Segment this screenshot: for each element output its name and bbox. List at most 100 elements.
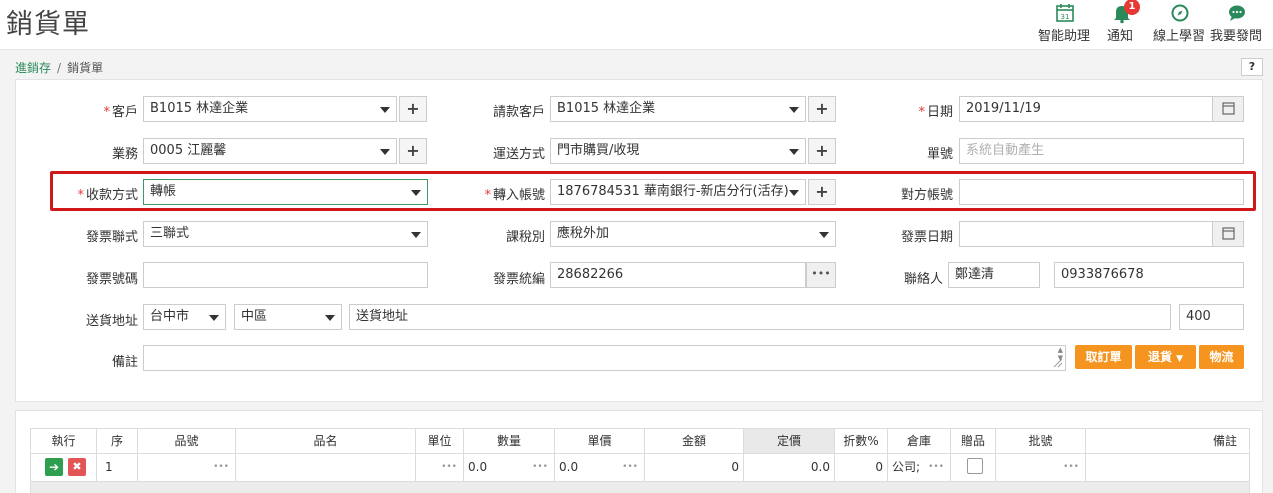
remark-cell[interactable] xyxy=(1086,454,1250,482)
required-mark: * xyxy=(103,105,110,120)
delete-x-icon[interactable]: ✖ xyxy=(68,458,86,476)
ellipsis-icon[interactable]: ••• xyxy=(532,454,548,480)
return-dropdown-button[interactable]: 退貨 ▼ xyxy=(1135,345,1196,369)
street-input[interactable]: 送貨地址 xyxy=(349,304,1171,330)
discount-cell[interactable]: 0 xyxy=(835,454,888,482)
zip-input[interactable]: 400 xyxy=(1179,304,1244,330)
detail-panel: 執行 序 品號 品名 單位 數量 單價 金額 定價 折數% 倉庫 贈品 批號 備… xyxy=(15,410,1263,493)
tax-id-lookup-button[interactable]: ••• xyxy=(806,262,836,288)
breadcrumb-inventory-link[interactable]: 進銷存 xyxy=(15,61,51,75)
col-header[interactable]: 執行 xyxy=(30,428,97,454)
breadcrumb: 進銷存 / 銷貨單 xyxy=(15,59,103,76)
tax-id-label: 發票統編 xyxy=(492,272,545,287)
ellipsis-icon[interactable]: ••• xyxy=(1063,454,1079,480)
calendar-icon xyxy=(1222,102,1235,115)
salesperson-select[interactable]: 0005 江麗馨 xyxy=(143,138,397,164)
doc-no-input[interactable]: 系統自動產生 xyxy=(959,138,1244,164)
breadcrumb-separator: / xyxy=(57,61,62,75)
ellipsis-icon[interactable]: ••• xyxy=(441,454,457,480)
col-header[interactable]: 贈品 xyxy=(951,428,996,454)
tax-type-select[interactable]: 應稅外加 xyxy=(550,221,836,247)
bell-icon: 1 xyxy=(1111,0,1140,24)
add-customer-button[interactable]: + xyxy=(399,96,427,122)
ellipsis-icon[interactable]: ••• xyxy=(213,454,229,480)
tax-id-input[interactable]: 28682266 xyxy=(550,262,806,288)
col-header[interactable]: 定價 xyxy=(744,428,835,454)
chevron-down-icon xyxy=(380,149,390,155)
cancel-order-button[interactable]: 取訂單 xyxy=(1075,345,1132,369)
invoice-date-input[interactable] xyxy=(959,221,1244,247)
amount-cell[interactable]: 0 xyxy=(645,454,744,482)
batch-no-cell[interactable]: ••• xyxy=(996,454,1086,482)
item-no-cell[interactable]: ••• xyxy=(138,454,236,482)
col-header[interactable]: 品名 xyxy=(236,428,416,454)
contact-phone-input[interactable]: 0933876678 xyxy=(1054,262,1244,288)
gift-checkbox[interactable] xyxy=(967,458,983,474)
list-price-cell[interactable]: 0.0 xyxy=(744,454,835,482)
calendar-icon xyxy=(1222,227,1235,240)
tax-type-label: 課稅別 xyxy=(505,230,545,245)
gift-cell xyxy=(951,454,996,482)
invoice-no-input[interactable] xyxy=(143,262,428,288)
arrow-right-icon[interactable]: ➔ xyxy=(45,458,63,476)
doc-no-label: 單號 xyxy=(926,147,953,162)
calendar-icon: 31 xyxy=(1054,2,1076,24)
calendar-picker-button[interactable] xyxy=(1212,97,1243,121)
unit-cell[interactable]: ••• xyxy=(416,454,464,482)
city-select[interactable]: 台中市 xyxy=(143,304,226,330)
chevron-down-icon xyxy=(380,107,390,113)
date-label: * 日期 xyxy=(918,105,953,120)
add-billing-customer-button[interactable]: + xyxy=(808,96,836,122)
col-header[interactable]: 單價 xyxy=(555,428,645,454)
remarks-textarea[interactable]: ▲ ▼ xyxy=(143,345,1066,371)
col-header[interactable]: 備註 xyxy=(1086,428,1250,454)
add-salesperson-button[interactable]: + xyxy=(399,138,427,164)
col-header[interactable]: 金額 xyxy=(645,428,744,454)
seq-cell: 1 xyxy=(97,454,138,482)
chevron-down-icon xyxy=(789,149,799,155)
warehouse-cell[interactable]: 公司; ••• xyxy=(888,454,951,482)
customer-select[interactable]: B1015 林達企業 xyxy=(143,96,397,122)
compass-icon xyxy=(1169,2,1191,24)
invoice-type-select[interactable]: 三聯式 xyxy=(143,221,428,247)
ellipsis-icon[interactable]: ••• xyxy=(928,454,944,480)
logistics-button[interactable]: 物流 xyxy=(1199,345,1244,369)
customer-label: * 客戶 xyxy=(103,105,138,120)
ask-question-button[interactable]: 我要發問 xyxy=(1210,2,1264,44)
calendar-picker-button[interactable] xyxy=(1212,222,1243,246)
delivery-method-select[interactable]: 門市購買/收現 xyxy=(550,138,806,164)
col-header[interactable]: 折數% xyxy=(835,428,888,454)
online-learning-label: 線上學習 xyxy=(1153,29,1206,44)
smart-assistant-button[interactable]: 31 智能助理 xyxy=(1038,2,1092,44)
price-cell[interactable]: 0.0 ••• xyxy=(555,454,645,482)
scroll-arrows-icon[interactable]: ▲ ▼ xyxy=(1058,346,1063,362)
chevron-down-icon xyxy=(325,315,335,321)
district-select[interactable]: 中區 xyxy=(234,304,342,330)
address-label: 送貨地址 xyxy=(85,314,138,329)
notification-button[interactable]: 1 通知 xyxy=(1107,0,1140,44)
ellipsis-icon[interactable]: ••• xyxy=(622,454,638,480)
qty-cell[interactable]: 0.0 ••• xyxy=(464,454,555,482)
chevron-down-icon xyxy=(209,315,219,321)
invoice-type-label: 發票聯式 xyxy=(85,230,138,245)
chevron-down-icon xyxy=(411,232,421,238)
calendar-day-text: 31 xyxy=(1061,13,1070,21)
contact-name-input[interactable]: 鄭達清 xyxy=(948,262,1040,288)
delivery-method-label: 運送方式 xyxy=(492,147,545,162)
col-header[interactable]: 序 xyxy=(97,428,138,454)
add-delivery-method-button[interactable]: + xyxy=(808,138,836,164)
online-learning-button[interactable]: 線上學習 xyxy=(1153,2,1207,44)
col-header[interactable]: 批號 xyxy=(996,428,1086,454)
col-header[interactable]: 品號 xyxy=(138,428,236,454)
col-header[interactable]: 數量 xyxy=(464,428,555,454)
date-input[interactable]: 2019/11/19 xyxy=(959,96,1244,122)
col-header[interactable]: 倉庫 xyxy=(888,428,951,454)
required-mark: * xyxy=(918,105,925,120)
item-name-cell[interactable] xyxy=(236,454,416,482)
page-title: 銷貨單 xyxy=(6,9,90,40)
chat-bubble-icon xyxy=(1226,2,1248,24)
billing-customer-select[interactable]: B1015 林達企業 xyxy=(550,96,806,122)
help-button[interactable]: ? xyxy=(1241,58,1263,76)
contact-label: 聯絡人 xyxy=(903,272,943,287)
col-header[interactable]: 單位 xyxy=(416,428,464,454)
